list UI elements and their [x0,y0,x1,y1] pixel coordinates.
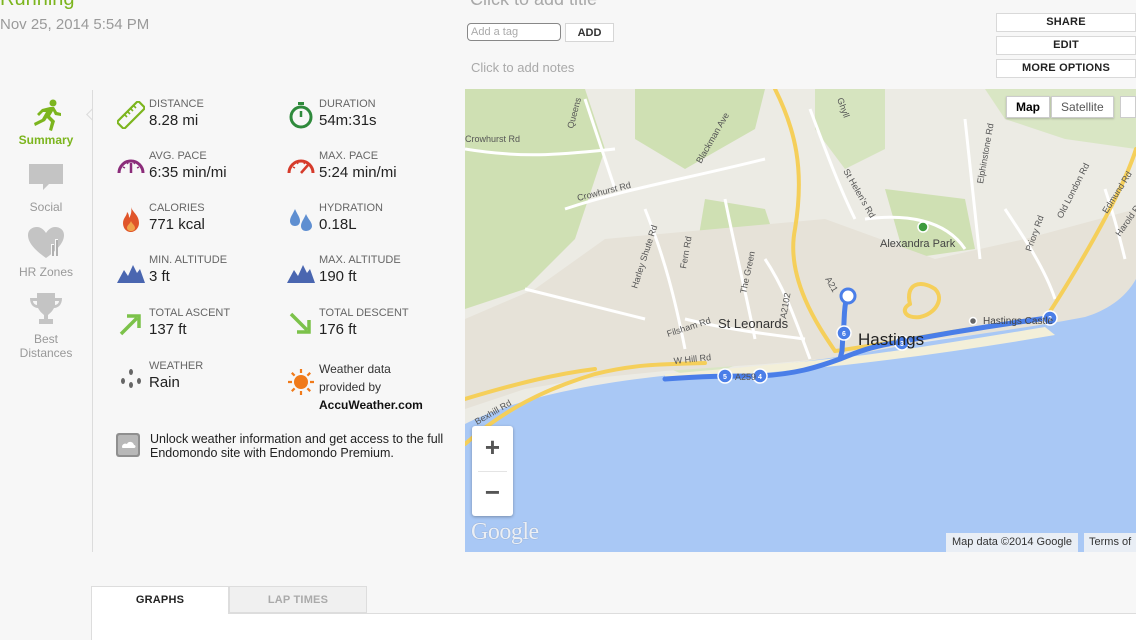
mountains-max-icon [287,265,315,283]
stat-total-descent-value: 176 ft [319,321,357,338]
stat-total-ascent: TOTAL ASCENT 137 ft [117,307,287,347]
premium-weather-icon [116,433,140,457]
accuweather-link[interactable]: AccuWeather.com [319,398,423,412]
map-attribution: Map data ©2014 Google [946,533,1079,552]
stat-hydration: HYDRATION 0.18L [287,202,457,242]
weather-credit-line-2: provided by [319,380,382,394]
rain-icon [121,369,141,388]
stat-total-descent-label: TOTAL DESCENT [319,307,409,319]
notes-field[interactable]: Click to add notes [471,60,574,75]
tab-graphs[interactable]: GRAPHS [91,586,229,614]
gauge-avg-icon [117,159,145,174]
map-canvas[interactable]: 5 4 3 6 2 Crowhurst Rd Crowhurst Rd Quee… [465,89,1136,552]
stat-calories: CALORIES 771 kcal [117,202,287,242]
stat-max-pace: MAX. PACE 5:24 min/mi [287,150,457,190]
ruler-icon [117,101,145,129]
weather-provider: Weather data provided by AccuWeather.com [287,360,457,412]
arrow-down-right-icon [289,312,311,334]
stat-weather-value: Rain [149,374,180,391]
map-label-hastings: Hastings [858,330,924,349]
stat-max-altitude-label: MAX. ALTITUDE [319,254,401,266]
share-button[interactable]: SHARE [996,13,1136,32]
stat-duration-value: 54m:31s [319,112,377,129]
stat-duration-label: DURATION [319,98,376,110]
map-label-hastings-castle: Hastings Castle [983,316,1053,327]
speech-bubble-icon [29,164,63,190]
stat-weather: WEATHER Rain [117,360,287,400]
nav-hr-zones-label: HR Zones [18,265,74,279]
nav-hr-zones[interactable]: HR Zones [0,226,92,279]
map-label-a259: A259 [735,372,756,382]
nav-summary[interactable]: Summary [0,97,92,147]
nav-best-distances-label-2: Distances [19,346,73,360]
edit-button[interactable]: EDIT [996,36,1136,55]
map-label-st-leonards: St Leonards [718,316,789,331]
premium-unlock-text: Unlock weather information and get acces… [150,432,444,460]
stat-total-ascent-value: 137 ft [149,321,187,338]
stat-max-altitude-value: 190 ft [319,268,357,285]
stat-hydration-label: HYDRATION [319,202,383,214]
tag-input[interactable] [467,23,561,41]
tab-panel [91,613,1136,640]
map-label-alexandra-park: Alexandra Park [880,238,956,250]
stat-min-altitude: MIN. ALTITUDE 3 ft [117,254,287,294]
mountains-min-icon [117,265,145,283]
stat-max-altitude: MAX. ALTITUDE 190 ft [287,254,457,294]
stat-avg-pace-label: AVG. PACE [149,150,207,162]
stat-weather-label: WEATHER [149,360,204,372]
activity-date: Nov 25, 2014 5:54 PM [0,16,150,33]
zoom-in-button[interactable]: + [472,426,513,471]
stat-avg-pace-value: 6:35 min/mi [149,164,227,181]
flame-icon [123,207,139,232]
route-map[interactable]: 5 4 3 6 2 Crowhurst Rd Crowhurst Rd Quee… [465,89,1136,552]
title-field[interactable]: Click to add title [470,0,597,10]
stat-max-pace-label: MAX. PACE [319,150,379,162]
nav-social[interactable]: Social [0,162,92,214]
google-logo: Google [471,519,539,545]
map-label-crowhurst-1: Crowhurst Rd [465,134,520,144]
bottom-tabs: GRAPHS LAP TIMES [91,586,1136,640]
stat-total-descent: TOTAL DESCENT 176 ft [287,307,457,347]
arrow-up-right-icon [119,314,141,336]
sun-icon [288,369,314,395]
route-marker-6[interactable]: 6 [842,331,846,338]
nav-summary-label: Summary [18,133,74,147]
zoom-control: + − [472,426,513,516]
nav-best-distances-label-1: Best [33,332,58,346]
route-marker-4[interactable]: 4 [758,374,762,381]
stopwatch-icon [289,102,313,129]
stat-calories-label: CALORIES [149,202,205,214]
heart-chart-icon [28,227,64,258]
tab-lap-times[interactable]: LAP TIMES [229,586,367,613]
nav-best-distances[interactable]: Best Distances [0,292,92,360]
zoom-out-button[interactable]: − [472,471,513,516]
route-marker-5[interactable]: 5 [723,374,727,381]
nav-divider [92,90,93,552]
stat-total-ascent-label: TOTAL ASCENT [149,307,231,319]
stat-duration: DURATION 54m:31s [287,98,457,138]
nav-social-label: Social [29,200,63,214]
stat-distance-value: 8.28 mi [149,112,199,129]
stat-min-altitude-value: 3 ft [149,268,170,285]
map-type-map-button[interactable]: Map [1006,96,1050,118]
water-drops-icon [290,209,312,231]
stat-avg-pace: AVG. PACE 6:35 min/mi [117,150,287,190]
weather-credit-line-1: Weather data [319,362,391,376]
fullscreen-toggle[interactable] [1120,96,1136,118]
add-tag-button[interactable]: ADD [565,23,614,42]
map-terms-link[interactable]: Terms of [1084,533,1136,552]
route-start-marker[interactable] [839,287,857,305]
more-options-button[interactable]: MORE OPTIONS [996,59,1136,78]
stat-max-pace-value: 5:24 min/mi [319,164,397,181]
map-type-satellite-button[interactable]: Satellite [1051,96,1114,118]
trophy-icon [30,293,62,324]
stat-calories-value: 771 kcal [149,216,205,233]
runner-icon [34,99,61,131]
stat-distance: DISTANCE 8.28 mi [117,98,287,138]
activity-type: Running [0,0,75,11]
stat-hydration-value: 0.18L [319,216,357,233]
stat-min-altitude-label: MIN. ALTITUDE [149,254,228,266]
gauge-max-icon [287,159,315,174]
stat-distance-label: DISTANCE [149,98,204,110]
